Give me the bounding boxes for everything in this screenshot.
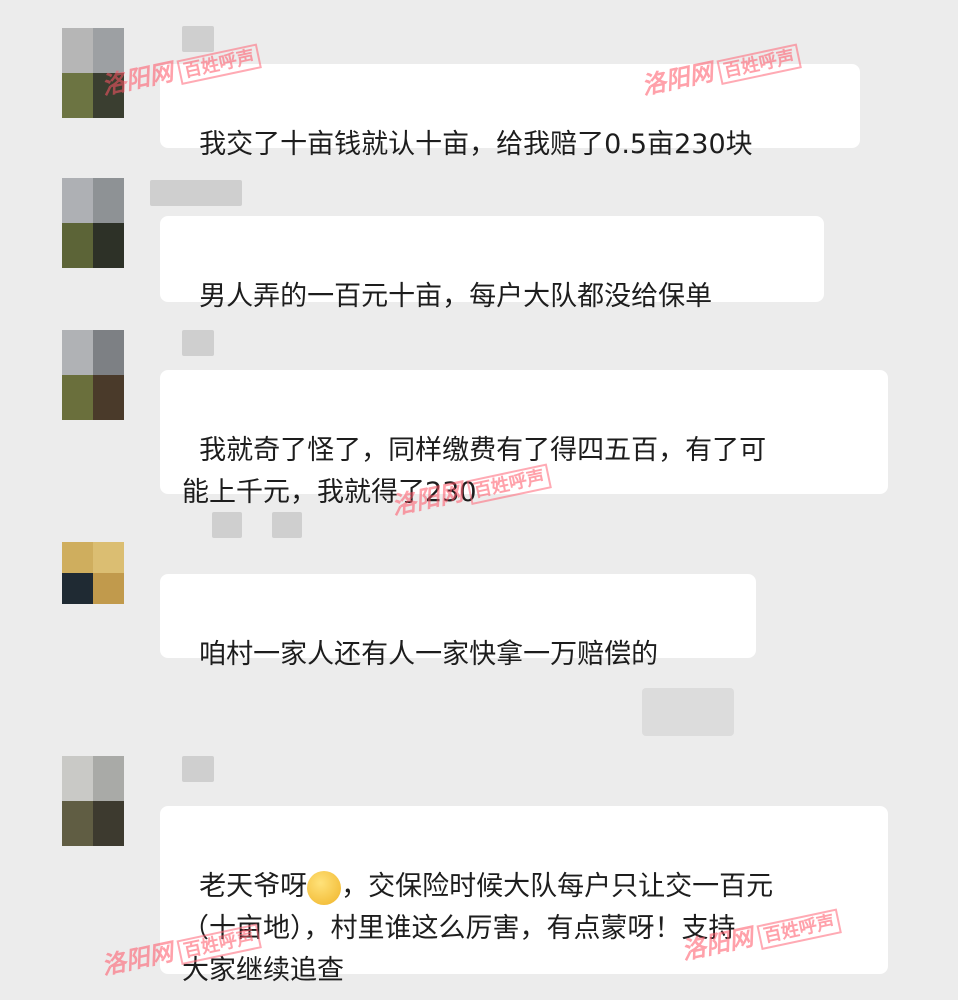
timestamp bbox=[642, 688, 734, 736]
avatar[interactable] bbox=[62, 330, 124, 420]
avatar[interactable] bbox=[62, 756, 124, 846]
laughing-emoji-icon bbox=[307, 870, 342, 905]
message-text: 老天爷呀 bbox=[199, 871, 308, 902]
message-bubble[interactable]: 咱村一家人还有人一家快拿一万赔偿的 bbox=[160, 574, 756, 670]
message-text: 咱村一家人还有人一家快拿一万赔偿的 bbox=[199, 639, 659, 670]
message-text: 男人弄的一百元十亩，每户大队都没给保单 bbox=[199, 281, 713, 312]
sender-name bbox=[182, 756, 214, 782]
sender-name bbox=[212, 512, 242, 538]
sender-name bbox=[150, 180, 242, 206]
avatar[interactable] bbox=[62, 542, 124, 604]
message-bubble[interactable]: 男人弄的一百元十亩，每户大队都没给保单 bbox=[160, 216, 824, 312]
sender-name bbox=[272, 512, 302, 538]
avatar[interactable] bbox=[62, 178, 124, 268]
message-bubble[interactable]: 老天爷呀 ，交保险时候大队每户只让交一百元 （十亩地），村里谁这么厉害，有点蒙呀！… bbox=[160, 806, 888, 986]
message-text: 我交了十亩钱就认十亩，给我赔了0.5亩230块 bbox=[199, 129, 753, 160]
sender-name bbox=[182, 330, 214, 356]
